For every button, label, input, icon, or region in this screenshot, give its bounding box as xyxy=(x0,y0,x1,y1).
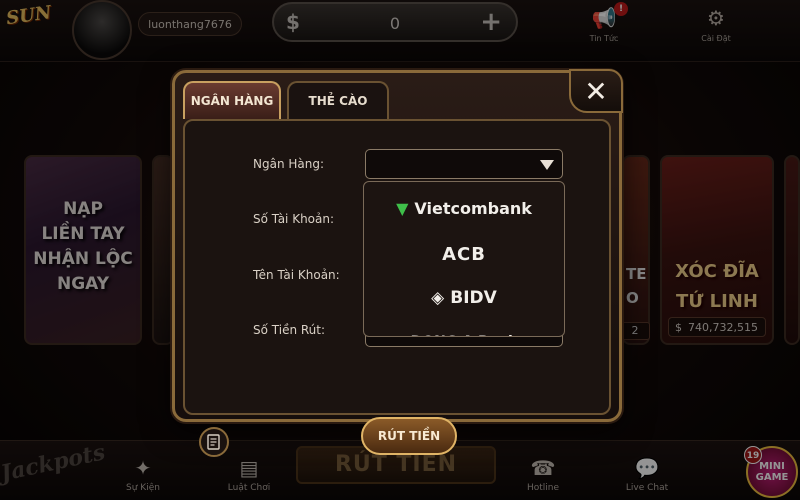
tab-card[interactable]: THẺ CÀO xyxy=(287,81,389,119)
bank-dropdown: ▼ Vietcombank ACB ◈ BIDV DONG A Bank xyxy=(363,181,565,337)
bank-label: Ngân Hàng: xyxy=(253,157,325,171)
bank-select[interactable] xyxy=(365,149,563,179)
amount-label: Số Tiền Rút: xyxy=(253,323,326,337)
bank-option-acb[interactable]: ACB xyxy=(364,232,564,276)
close-button[interactable]: ✕ xyxy=(569,69,623,113)
bank-option-vietcombank[interactable]: ▼ Vietcombank xyxy=(364,186,564,230)
modal-content: Ngân Hàng: Số Tài Khoản: Tên Tài Khoản: … xyxy=(183,119,611,457)
bank-option-donga[interactable]: DONG A Bank xyxy=(364,320,564,336)
history-icon xyxy=(207,434,220,450)
history-button[interactable] xyxy=(199,427,229,457)
account-name-label: Tên Tài Khoản: xyxy=(253,268,340,282)
withdraw-button[interactable]: RÚT TIỀN xyxy=(361,417,457,455)
close-icon: ✕ xyxy=(584,74,608,108)
bank-option-bidv[interactable]: ◈ BIDV xyxy=(364,276,564,320)
bidv-logo-icon: ◈ xyxy=(431,288,445,308)
vietcombank-logo-icon: ▼ xyxy=(396,198,409,218)
withdraw-modal: NGÂN HÀNG THẺ CÀO ✕ Ngân Hàng: Số Tài Kh… xyxy=(172,69,623,457)
account-number-label: Số Tài Khoản: xyxy=(253,212,335,226)
chevron-down-icon xyxy=(540,160,554,170)
tab-bank[interactable]: NGÂN HÀNG xyxy=(183,81,281,119)
